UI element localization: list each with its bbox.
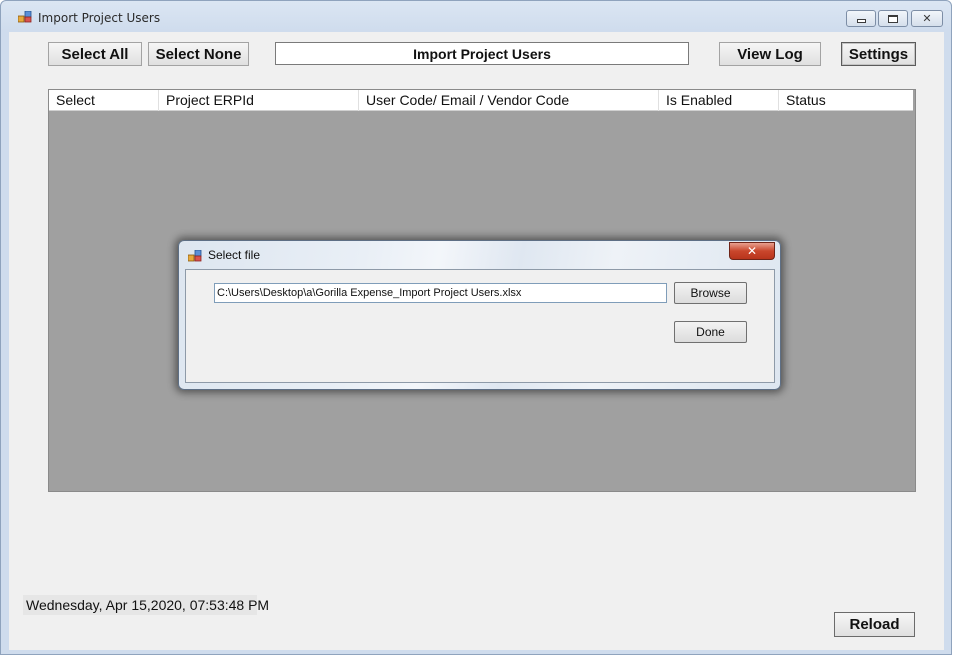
window-title: Import Project Users xyxy=(38,11,161,25)
file-path-input[interactable]: C:\Users\Desktop\a\Gorilla Expense_Impor… xyxy=(214,283,667,303)
maximize-button[interactable] xyxy=(878,10,908,27)
app-window-icon xyxy=(18,11,32,23)
dialog-app-icon xyxy=(188,250,202,262)
close-icon: ✕ xyxy=(746,244,758,258)
dialog-title: Select file xyxy=(208,248,261,262)
view-log-button[interactable]: View Log xyxy=(719,42,821,66)
done-button[interactable]: Done xyxy=(674,321,747,343)
select-all-button[interactable]: Select All xyxy=(48,42,142,66)
close-icon: ✕ xyxy=(922,12,932,25)
reload-button[interactable]: Reload xyxy=(834,612,915,637)
maximize-icon xyxy=(888,14,898,23)
page-title-box: Import Project Users xyxy=(275,42,689,65)
column-header-is-enabled[interactable]: Is Enabled xyxy=(659,90,779,111)
select-none-button[interactable]: Select None xyxy=(148,42,249,66)
column-header-status[interactable]: Status xyxy=(779,90,913,111)
column-header-project-erpid[interactable]: Project ERPId xyxy=(159,90,359,111)
minimize-button[interactable] xyxy=(846,10,876,27)
dialog-close-button[interactable]: ✕ xyxy=(729,242,775,260)
datetime-label: Wednesday, Apr 15,2020, 07:53:48 PM xyxy=(23,595,269,615)
settings-button[interactable]: Settings xyxy=(841,42,916,66)
grid-header: Select Project ERPId User Code/ Email / … xyxy=(49,90,913,111)
browse-button[interactable]: Browse xyxy=(674,282,747,304)
column-header-select[interactable]: Select xyxy=(49,90,159,111)
close-button[interactable]: ✕ xyxy=(911,10,943,27)
minimize-icon xyxy=(856,19,866,23)
column-header-user-code[interactable]: User Code/ Email / Vendor Code xyxy=(359,90,659,111)
title-bar[interactable]: Import Project Users ✕ xyxy=(1,1,951,35)
select-file-dialog: Select file ✕ C:\Users\Desktop\a\Gorilla… xyxy=(178,240,781,390)
dialog-body: C:\Users\Desktop\a\Gorilla Expense_Impor… xyxy=(185,269,775,383)
